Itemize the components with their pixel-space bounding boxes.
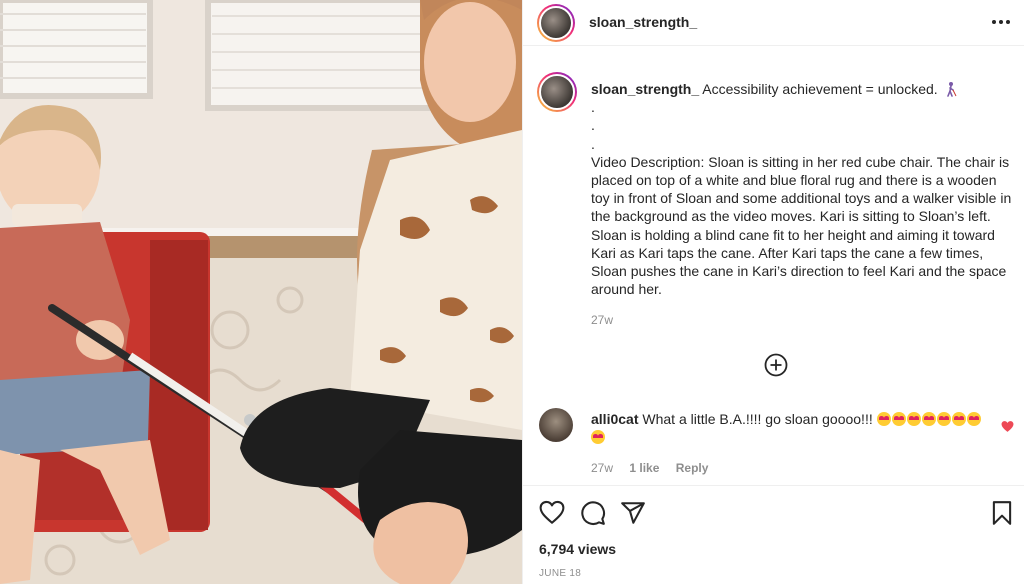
comment-likes[interactable]: 1 like (629, 461, 659, 475)
comment-body: What a little B.A.!!!! go sloan goooo!!! (642, 411, 873, 427)
heart-eyes-emoji (591, 430, 605, 444)
post-panel: sloan_strength_ sloan_strength_ Accessib… (522, 0, 1024, 584)
heart-eyes-emoji (891, 412, 906, 426)
comment-timestamp[interactable]: 27w (591, 461, 613, 475)
plus-circle-icon[interactable] (764, 353, 788, 377)
author-username[interactable]: sloan_strength_ (589, 14, 697, 30)
caption-dot-1: . (591, 99, 595, 116)
caption-dot-3: . (591, 135, 595, 152)
post-header: sloan_strength_ (523, 0, 1024, 46)
post-video[interactable] (0, 0, 522, 584)
post-date[interactable]: JUNE 18 (539, 568, 581, 579)
heart-eyes-emoji (906, 412, 921, 426)
action-bar (523, 485, 1024, 539)
comment-icon[interactable] (580, 500, 606, 526)
heart-icon[interactable] (539, 500, 565, 526)
send-icon[interactable] (620, 500, 646, 526)
commenter-username[interactable]: alli0cat (591, 411, 638, 427)
bookmark-icon[interactable] (989, 500, 1015, 526)
commenter-avatar[interactable] (539, 408, 573, 442)
heart-eyes-emoji (921, 412, 936, 426)
video-description: Video Description: Sloan is sitting in h… (591, 153, 1012, 298)
person-with-cane-icon (946, 82, 957, 97)
views-count[interactable]: 6,794 views (539, 541, 616, 557)
more-horizontal-icon[interactable] (989, 12, 1013, 32)
author-avatar[interactable] (537, 4, 575, 42)
heart-eyes-emoji (876, 412, 891, 426)
comment-like-heart-icon[interactable] (1001, 420, 1014, 433)
caption-text: sloan_strength_ Accessibility achievemen… (591, 80, 1016, 298)
caption-username[interactable]: sloan_strength_ (591, 81, 699, 97)
caption-headline: Accessibility achievement = unlocked. (702, 81, 938, 97)
comment-meta: 27w 1 like Reply (591, 461, 721, 475)
heart-eyes-emoji (936, 412, 951, 426)
heart-eyes-emoji (966, 412, 981, 426)
comment-text: alli0cat What a little B.A.!!!! go sloan… (591, 410, 991, 446)
caption-avatar[interactable] (537, 72, 577, 112)
video-frame (0, 0, 522, 584)
caption-timestamp[interactable]: 27w (591, 313, 613, 327)
reply-button[interactable]: Reply (676, 461, 709, 475)
caption-dot-2: . (591, 117, 595, 134)
heart-eyes-emoji (951, 412, 966, 426)
